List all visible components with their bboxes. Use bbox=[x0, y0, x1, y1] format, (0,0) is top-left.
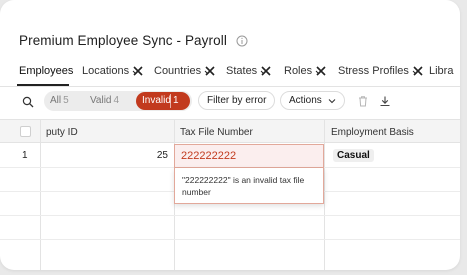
error-message: "222222222" is an invalid tax file numbe… bbox=[182, 175, 305, 197]
active-tab-indicator bbox=[17, 84, 69, 86]
search-icon[interactable] bbox=[22, 96, 34, 108]
select-all-checkbox[interactable] bbox=[20, 126, 31, 137]
info-icon[interactable] bbox=[236, 35, 248, 47]
error-icon bbox=[260, 66, 271, 76]
validation-error-tooltip: "222222222" is an invalid tax file numbe… bbox=[174, 168, 324, 204]
table-header: puty ID Tax File Number Employment Basis bbox=[0, 119, 460, 143]
divider bbox=[170, 94, 171, 108]
actions-dropdown[interactable]: Actions bbox=[280, 91, 345, 110]
tab-countries[interactable]: Countries bbox=[154, 65, 216, 77]
filter-all-count: 5 bbox=[63, 95, 69, 106]
column-header-employment-basis[interactable]: Employment Basis bbox=[331, 127, 414, 138]
tab-libra[interactable]: Libra bbox=[429, 65, 453, 77]
actions-label: Actions bbox=[289, 95, 322, 106]
column-divider bbox=[40, 119, 41, 270]
filter-by-error-button[interactable]: Filter by error bbox=[198, 91, 276, 110]
row-divider bbox=[0, 239, 460, 240]
id-cell[interactable]: 25 bbox=[150, 150, 168, 161]
tab-locations[interactable]: Locations bbox=[82, 65, 144, 77]
tab-label: Countries bbox=[154, 65, 202, 77]
column-divider bbox=[324, 119, 325, 270]
filter-all-label: All bbox=[50, 95, 62, 106]
tfn-cell-invalid[interactable]: 222222222 bbox=[174, 144, 324, 168]
page-title: Premium Employee Sync - Payroll bbox=[19, 33, 227, 48]
download-icon[interactable] bbox=[379, 95, 391, 107]
error-icon bbox=[412, 66, 423, 76]
error-icon bbox=[132, 66, 143, 76]
filter-by-error-label: Filter by error bbox=[207, 95, 267, 106]
error-icon bbox=[204, 66, 215, 76]
tab-label: States bbox=[226, 65, 258, 77]
tab-bar: Employees Locations Countries States Rol… bbox=[0, 58, 460, 87]
row-index: 1 bbox=[22, 150, 28, 161]
tab-states[interactable]: States bbox=[226, 65, 272, 77]
filter-valid[interactable]: Valid 4 bbox=[90, 95, 119, 106]
row-divider bbox=[0, 215, 460, 216]
filter-all[interactable]: All 5 bbox=[50, 95, 69, 106]
tab-employees[interactable]: Employees bbox=[19, 65, 73, 77]
tab-label: Stress Profiles bbox=[338, 65, 409, 77]
tab-roles[interactable]: Roles bbox=[284, 65, 327, 77]
filter-invalid-count: 1 bbox=[173, 95, 179, 106]
column-header-tfn[interactable]: Tax File Number bbox=[180, 127, 253, 138]
filter-invalid-label: Invalid bbox=[142, 95, 171, 106]
error-icon bbox=[315, 66, 326, 76]
tab-label: Employees bbox=[19, 65, 74, 77]
employment-basis-badge[interactable]: Casual bbox=[333, 149, 374, 162]
tfn-value: 222222222 bbox=[181, 150, 237, 162]
trash-icon[interactable] bbox=[357, 95, 369, 107]
chevron-down-icon bbox=[328, 98, 336, 103]
sync-card: Premium Employee Sync - Payroll Employee… bbox=[0, 0, 460, 270]
filter-invalid[interactable]: Invalid 1 bbox=[136, 92, 190, 110]
tab-label: Locations bbox=[82, 65, 130, 77]
tab-stress-profiles[interactable]: Stress Profiles bbox=[338, 65, 424, 77]
column-header-id[interactable]: puty ID bbox=[46, 127, 78, 138]
filter-valid-count: 4 bbox=[113, 95, 120, 106]
tab-label: Libra bbox=[429, 65, 454, 77]
tab-label: Roles bbox=[284, 65, 313, 77]
title-row: Premium Employee Sync - Payroll bbox=[19, 33, 248, 48]
filter-valid-label: Valid bbox=[90, 95, 112, 106]
